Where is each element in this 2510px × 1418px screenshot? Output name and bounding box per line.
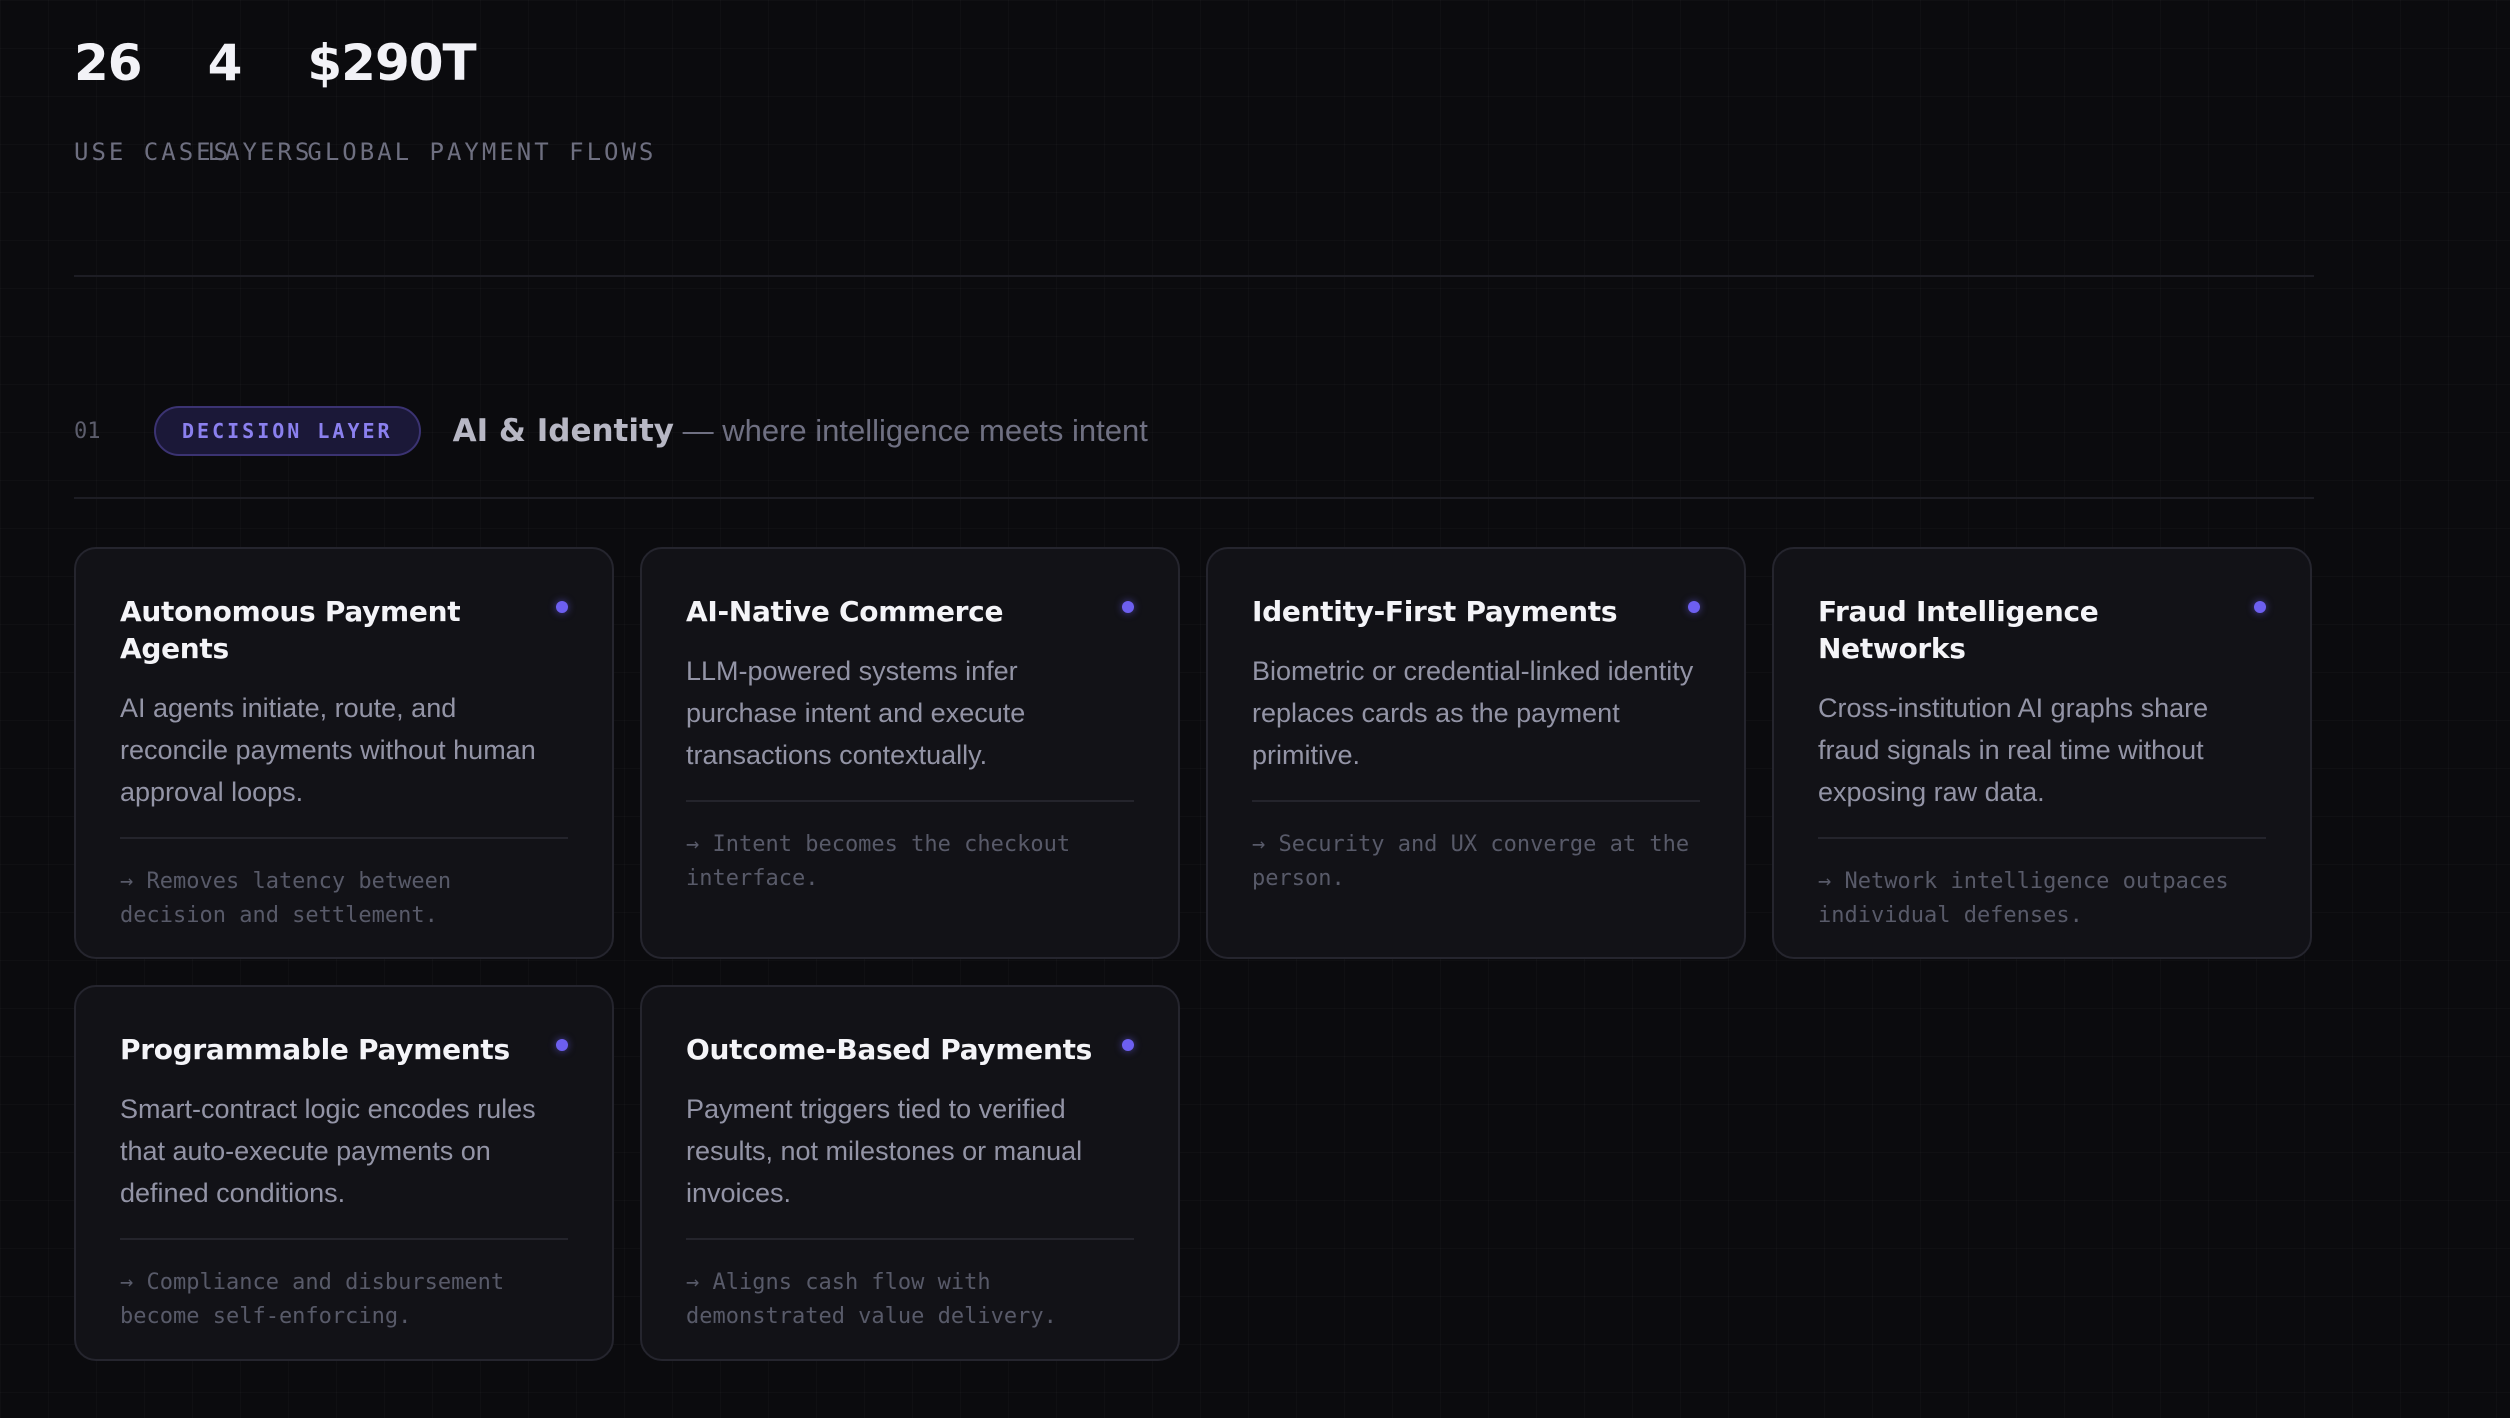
card-divider [686,1238,1134,1240]
stat-use-cases: 26 USE CASES [74,30,228,166]
section-number: 01 [74,418,101,444]
accent-dot-icon [1688,601,1700,613]
card-title: Identity-First Payments [1252,595,1618,628]
section-title: AI & Identity — where intelligence meets… [453,413,1148,449]
use-case-card[interactable]: Programmable Payments Smart-contract log… [74,985,614,1361]
layer-badge: DECISION LAYER [154,406,421,456]
card-note: → Aligns cash flow with demonstrated val… [686,1270,1057,1329]
accent-dot-icon [1122,601,1134,613]
use-case-card[interactable]: AI-Native Commerce LLM-powered systems i… [640,547,1180,959]
stat-label: LAYERS [207,138,313,166]
use-case-card[interactable]: Autonomous Payment Agents AI agents init… [74,547,614,959]
section-title-sub: — where intelligence meets intent [674,413,1148,448]
card-title: Fraud Intelligence Networks [1818,595,2099,665]
stat-value: 4 [207,34,243,92]
divider [74,275,2314,277]
stat-global-flows: $290T GLOBAL PAYMENT FLOWS [307,30,653,166]
card-note: → Security and UX converge at the person… [1252,832,1690,891]
card-title: AI-Native Commerce [686,595,1004,628]
section-header: 01 DECISION LAYER AI & Identity — where … [74,404,1148,458]
divider [74,497,2314,499]
stat-value: $290T [307,34,476,92]
accent-dot-icon [556,1039,568,1051]
card-divider [120,837,568,839]
use-case-grid: Autonomous Payment Agents AI agents init… [74,547,2314,1361]
card-description: LLM-powered systems infer purchase inten… [686,656,1026,770]
card-title: Programmable Payments [120,1033,510,1066]
card-note: → Network intelligence outpaces individu… [1818,869,2229,928]
accent-dot-icon [556,601,568,613]
accent-dot-icon [2254,601,2266,613]
card-description: Biometric or credential-linked identity … [1252,656,1694,770]
section-title-main: AI & Identity [452,413,675,449]
card-description: Cross-institution AI graphs share fraud … [1818,693,2209,807]
card-divider [1252,800,1700,802]
card-divider [120,1238,568,1240]
stat-label: GLOBAL PAYMENT FLOWS [307,138,657,166]
stat-layers: 4 LAYERS [207,30,310,166]
card-description: AI agents initiate, route, and reconcile… [120,693,536,807]
card-note: → Compliance and disbursement become sel… [120,1270,505,1329]
accent-dot-icon [1122,1039,1134,1051]
card-note: → Removes latency between decision and s… [120,869,452,928]
card-divider [1818,837,2266,839]
card-description: Smart-contract logic encodes rules that … [120,1094,536,1208]
stat-value: 26 [74,34,143,92]
use-case-card[interactable]: Fraud Intelligence Networks Cross-instit… [1772,547,2312,959]
use-case-card[interactable]: Identity-First Payments Biometric or cre… [1206,547,1746,959]
card-title: Outcome-Based Payments [686,1033,1093,1066]
card-divider [686,800,1134,802]
stats-bar: 26 USE CASES 4 LAYERS $290T GLOBAL PAYME… [74,30,653,166]
card-note: → Intent becomes the checkout interface. [686,832,1071,891]
card-title: Autonomous Payment Agents [120,595,461,665]
use-case-card[interactable]: Outcome-Based Payments Payment triggers … [640,985,1180,1361]
card-description: Payment triggers tied to verified result… [686,1094,1083,1208]
